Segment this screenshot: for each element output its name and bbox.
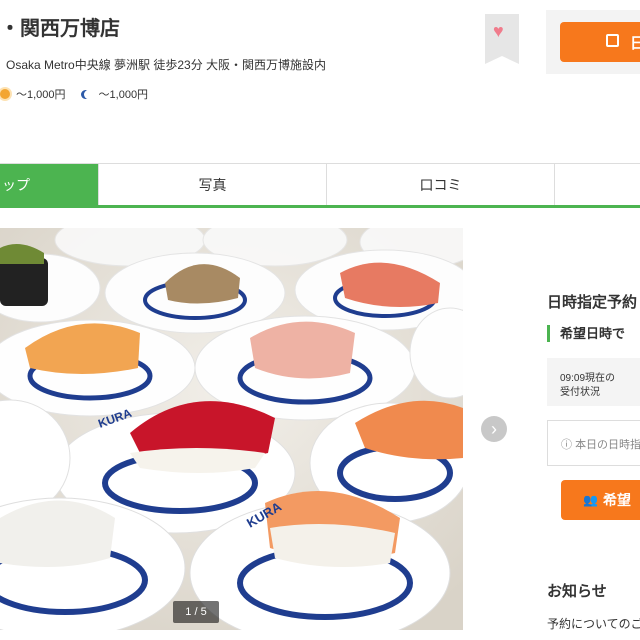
page-title: ・関西万博店 (0, 18, 120, 40)
next-photo-button[interactable]: › (481, 416, 507, 442)
tab-photos[interactable]: 写真 (99, 164, 327, 206)
access-info: Osaka Metro中央線 夢洲駅 徒歩23分 大阪・関西万博施設内 (6, 58, 327, 72)
sushi-photo: KURA KURA (0, 228, 463, 630)
dinner-price: ～1,000円 (80, 86, 149, 102)
reservation-title: 日時指定予約 (547, 294, 638, 311)
lunch-price: ～1,000円 (0, 86, 66, 102)
gallery-photo[interactable]: KURA KURA (0, 228, 463, 630)
status-time: 09:09現在の (560, 373, 616, 384)
tab-bar: ップ 写真 口コミ (0, 163, 640, 207)
favorite-button[interactable]: ♥ (485, 14, 519, 64)
request-button-label: 希望 (602, 492, 631, 508)
people-icon: 👥 (583, 493, 598, 507)
reservation-subtitle: 希望日時で (547, 325, 625, 342)
moon-icon (84, 90, 93, 99)
tab-underline (0, 205, 640, 208)
notice-text[interactable]: 予約についてのご (547, 615, 640, 632)
notice-title: お知らせ (547, 583, 607, 600)
heart-icon: ♥ (493, 21, 504, 41)
price-range: ～1,000円 ～1,000円 (0, 86, 148, 102)
tab-reviews-label: 口コミ (419, 177, 462, 193)
tab-top[interactable]: ップ (0, 164, 99, 206)
sun-icon (0, 89, 10, 99)
tab-reviews[interactable]: 口コミ (327, 164, 555, 206)
request-button[interactable]: 👥 希望 (561, 480, 640, 520)
status-label: 受付状況 (560, 387, 600, 398)
tab-top-label: ップ (2, 177, 30, 193)
lunch-price-value: ～1,000円 (16, 89, 66, 101)
today-text: ⓘ 本日の日時指 (561, 436, 640, 452)
photo-counter: 1 / 5 (173, 601, 219, 623)
info-icon: ⓘ (561, 439, 572, 451)
dinner-price-value: ～1,000円 (98, 89, 149, 101)
reserve-button-label: 日 (630, 34, 640, 52)
calendar-icon (606, 34, 619, 47)
chevron-right-icon: › (491, 418, 497, 439)
reserve-button[interactable]: 日 (560, 22, 640, 62)
tab-photos-label: 写真 (198, 177, 227, 193)
tab-more[interactable] (555, 164, 640, 206)
today-text-label: 本日の日時指 (575, 439, 640, 451)
